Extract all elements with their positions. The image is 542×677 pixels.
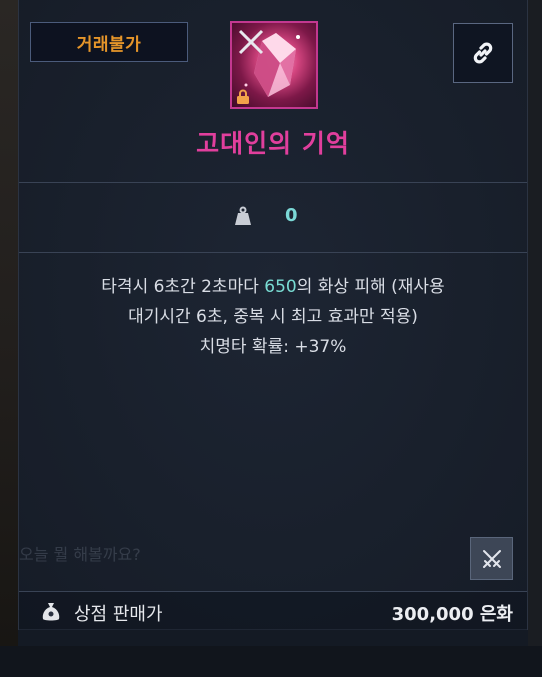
effect-line-1: 타격시 6초간 2초마다 650의 화상 피해 (재사용 — [19, 272, 527, 302]
price-label: 상점 판매가 — [74, 604, 163, 625]
price-value: 300,000 은화 — [391, 604, 513, 625]
weight-value: 0 — [285, 205, 298, 226]
background-overlay-text: 오늘 뭘 해볼까요? — [19, 545, 141, 564]
shop-price-row: 상점 판매가 300,000 은화 — [19, 591, 527, 630]
item-name: 고대인의 기억 — [196, 129, 350, 158]
item-tooltip: 거래불가 고대인의 기억 0 타격시 6초간 2초마다 650의 화상 피해 (… — [18, 0, 528, 630]
lock-icon — [237, 89, 249, 104]
tooltip-header: 거래불가 고대인의 기억 — [19, 0, 527, 183]
crossed-swords-icon — [482, 549, 501, 568]
background-bottom-panel — [0, 646, 542, 677]
link-button[interactable] — [453, 23, 513, 83]
item-effect-description: 타격시 6초간 2초마다 650의 화상 피해 (재사용 대기시간 6초, 중복… — [19, 272, 527, 362]
trade-restriction-badge: 거래불가 — [30, 22, 188, 62]
link-icon — [473, 42, 493, 64]
rune-crystal-icon — [230, 21, 318, 109]
effect-line-2: 대기시간 6초, 중복 시 최고 효과만 적용) — [128, 307, 418, 327]
effect-text: 타격시 6초간 2초마다 — [101, 277, 265, 297]
weight-row: 0 — [19, 183, 527, 253]
money-bag-icon — [42, 603, 60, 621]
engrave-button[interactable] — [470, 537, 513, 580]
damage-value: 650 — [264, 277, 297, 297]
background-left-panel — [0, 0, 18, 677]
weight-icon — [235, 206, 251, 225]
effect-line-3: 치명타 확률: +37% — [199, 337, 347, 357]
effect-text: 의 화상 피해 (재사용 — [296, 277, 445, 297]
background-right-panel — [528, 0, 542, 677]
